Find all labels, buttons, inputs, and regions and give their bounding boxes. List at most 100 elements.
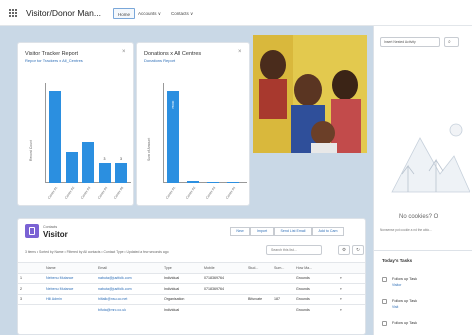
y-axis-label: Sum of Amount [147, 137, 151, 161]
tab-contacts[interactable]: Contacts ∨ [167, 8, 197, 19]
donations-tile: Donations x All Centres Donations Report… [136, 42, 250, 243]
table-row: 2 Nebenu Mutance nabuta@justfolk.com Ind… [18, 283, 365, 294]
sum-cell [272, 272, 294, 284]
type-cell: Individual [162, 304, 202, 315]
photo-illustration [253, 35, 367, 153]
refresh-icon[interactable]: ↻ [352, 245, 364, 255]
student-cell [246, 272, 272, 284]
chart-bar[interactable] [227, 181, 239, 183]
task-name[interactable]: Follow up Task [392, 321, 417, 325]
how-many-cell: Grounds [294, 272, 338, 284]
how-many-cell: Grounds [294, 283, 338, 294]
x-tick-label: Centre 02 [184, 186, 197, 200]
children-photo [253, 35, 367, 153]
type-cell: Organisation [162, 293, 202, 305]
close-icon[interactable]: × [122, 49, 126, 55]
task-checkbox[interactable] [382, 321, 387, 326]
task-checkbox[interactable] [382, 299, 387, 304]
list-meta-text: 3 items • Sorted by Name • Filtered by A… [25, 250, 169, 254]
column-header-actions [338, 262, 365, 273]
search-icon[interactable]: ⌕ [444, 37, 459, 47]
task-item[interactable]: Follow up Task [382, 319, 470, 335]
empty-state-subtitle: Nonsense pot cookie a nd the ablo... [380, 228, 432, 232]
contact-name-link[interactable] [44, 304, 96, 315]
row-action-chevron-icon[interactable]: ▾ [338, 283, 365, 294]
task-related[interactable]: Visit [392, 305, 398, 309]
bar-inner-label: 78000 [171, 100, 175, 109]
task-related[interactable]: Visitor [392, 283, 401, 287]
student-cell [246, 283, 272, 294]
how-many-cell: Grounds [294, 304, 338, 315]
mobile-cell: 0718369764 [202, 283, 246, 294]
x-tick-label: Centre 01 [164, 186, 177, 200]
todays-tasks-card: Today's Tasks Follow up Task Visitor Fol… [373, 250, 472, 335]
table-row: 1 Nebenu Mutance nabuta@justfolk.com Ind… [18, 272, 365, 284]
tile-subtitle[interactable]: Donations Report [144, 58, 175, 63]
column-header-email[interactable]: Email [96, 262, 162, 273]
tab-accounts[interactable]: Accounts ∨ [134, 8, 165, 19]
add-to-campaign-button[interactable]: Add to Cam [312, 227, 344, 236]
mobile-cell: 0718369764 [202, 272, 246, 284]
contact-icon [25, 224, 39, 238]
chart-bar[interactable] [187, 180, 199, 183]
column-header-mobile[interactable]: Mobile [202, 262, 246, 273]
table-header-row: Name Email Type Mobile Stud... Sum... Ho… [18, 262, 365, 273]
chart-bar[interactable] [115, 162, 127, 183]
app-launcher-icon[interactable] [9, 9, 17, 17]
row-action-chevron-icon[interactable]: ▾ [338, 304, 365, 315]
tile-title: Donations x All Centres [144, 51, 202, 57]
empty-state-illustration [391, 123, 470, 193]
row-number: 1 [18, 272, 44, 284]
task-name[interactable]: Follow up Task [392, 299, 417, 303]
student-cell [246, 304, 272, 315]
task-checkbox[interactable] [382, 277, 387, 282]
column-header-sum[interactable]: Sum... [272, 262, 294, 273]
send-list-email-button[interactable]: Send List Email [274, 227, 312, 236]
chart-bar[interactable] [207, 181, 219, 183]
row-number: 2 [18, 283, 44, 294]
tasks-title: Today's Tasks [382, 258, 413, 263]
how-many-cell: Grounds [294, 293, 338, 305]
email-link[interactable]: nabuta@justfolk.com [96, 272, 162, 284]
task-item[interactable]: Follow up Task Visitor [382, 275, 470, 291]
email-link[interactable]: nabuta@justfolk.com [96, 283, 162, 294]
row-action-chevron-icon[interactable]: ▾ [338, 272, 365, 284]
type-cell: Individual [162, 272, 202, 284]
row-action-chevron-icon[interactable]: ▾ [338, 293, 365, 305]
sum-cell: 187 [272, 293, 294, 305]
list-view-name[interactable]: Visitor [43, 230, 68, 239]
tile-subtitle[interactable]: Repor tor Trackers x All_Centres [25, 58, 83, 63]
column-header-name[interactable]: Name [44, 262, 96, 273]
visitor-tracker-tile: Visitor Tracker Report Repor tor Tracker… [17, 42, 134, 243]
settings-gear-icon[interactable]: ⚙ [338, 245, 350, 255]
sum-cell [272, 304, 294, 315]
import-button[interactable]: Import [250, 227, 274, 236]
task-name[interactable]: Follow up Task [392, 277, 417, 281]
list-object-label: Contacts [43, 225, 58, 229]
row-number [18, 304, 44, 315]
activity-filter-select[interactable]: Insert Nested Activity [380, 37, 440, 47]
chart-bar[interactable] [98, 162, 111, 183]
new-button[interactable]: New [230, 227, 250, 236]
global-header: Visitor/Donor Man... Home Accounts ∨ Con… [0, 0, 472, 26]
tab-home[interactable]: Home [113, 8, 136, 19]
row-number: 3 [18, 293, 44, 305]
column-header-student[interactable]: Stud... [246, 262, 272, 273]
task-item[interactable]: Follow up Task Visit [382, 297, 470, 313]
contact-name-link[interactable]: Nebenu Mutance [44, 272, 96, 284]
chart-bar[interactable] [49, 91, 61, 183]
app-title: Visitor/Donor Man... [26, 8, 101, 18]
sum-cell [272, 283, 294, 294]
chart-bar[interactable] [65, 152, 78, 183]
email-link[interactable]: bifuta@mrc.co.uk [96, 304, 162, 315]
column-header-type[interactable]: Type [162, 262, 202, 273]
list-search-input[interactable]: Search this list... [266, 245, 322, 255]
student-cell: Bifurcate [246, 293, 272, 305]
empty-state-title: No cookies? O [399, 214, 439, 220]
contact-name-link[interactable]: Hili Admin [44, 293, 96, 305]
chart-bar[interactable] [82, 142, 94, 183]
close-icon[interactable]: × [238, 49, 242, 55]
email-link[interactable]: hiltalk@nsu.co.net [96, 293, 162, 305]
contact-name-link[interactable]: Nebenu Mutance [44, 283, 96, 294]
column-header-how-many[interactable]: How Ma... [294, 262, 338, 273]
